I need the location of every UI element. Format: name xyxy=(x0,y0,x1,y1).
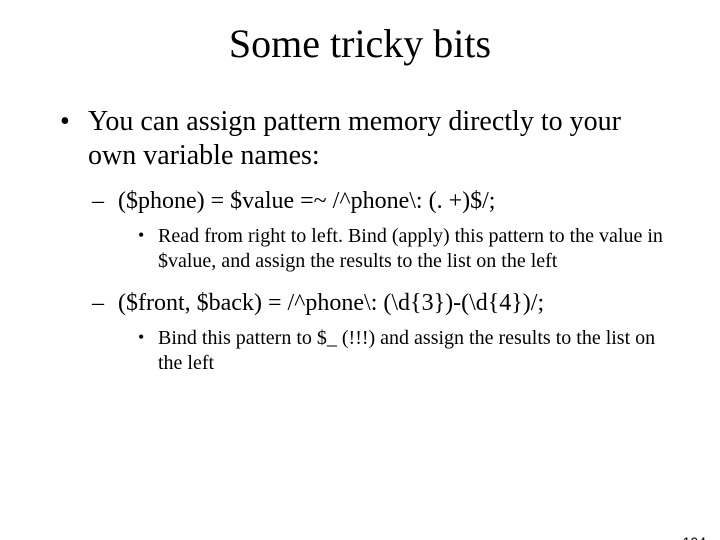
bullet-level-3: Read from right to left. Bind (apply) th… xyxy=(138,224,670,274)
bullet-text: You can assign pattern memory directly t… xyxy=(88,106,621,171)
bullet-text: ($phone) = $value =~ /^phone\: (. +)$/; xyxy=(118,188,495,214)
bullet-text: Read from right to left. Bind (apply) th… xyxy=(158,225,663,272)
page-number: 104 xyxy=(683,534,706,540)
bullet-level-1: You can assign pattern memory directly t… xyxy=(60,105,670,172)
slide-body: You can assign pattern memory directly t… xyxy=(0,105,720,376)
bullet-text: Bind this pattern to $_ (!!!) and assign… xyxy=(158,327,655,374)
bullet-level-3: Bind this pattern to $_ (!!!) and assign… xyxy=(138,326,670,376)
slide-title: Some tricky bits xyxy=(0,20,720,67)
bullet-level-2: ($front, $back) = /^phone\: (\d{3})-(\d{… xyxy=(92,288,670,318)
slide: Some tricky bits You can assign pattern … xyxy=(0,20,720,540)
bullet-level-2: ($phone) = $value =~ /^phone\: (. +)$/; xyxy=(92,186,670,216)
bullet-text: ($front, $back) = /^phone\: (\d{3})-(\d{… xyxy=(118,290,544,316)
